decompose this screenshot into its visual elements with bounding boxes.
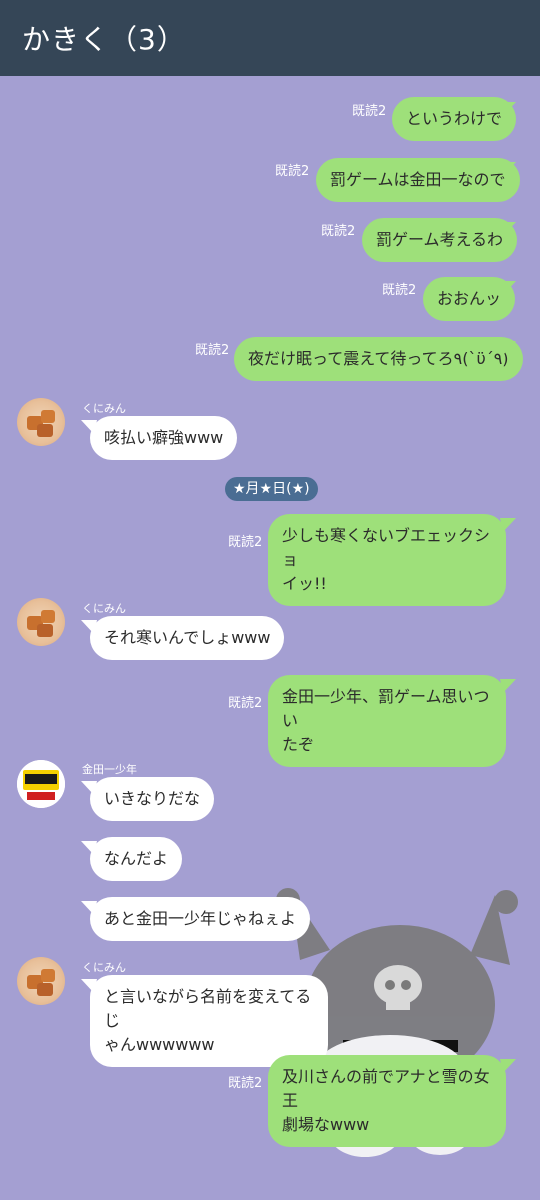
read-receipt: 既読2 bbox=[228, 535, 263, 550]
message-bubble-outgoing[interactable]: 夜だけ眠って震えて待ってろ٩(`ϋ´٩) bbox=[234, 337, 523, 381]
bubble-tail bbox=[500, 1059, 516, 1073]
bubble-tail bbox=[500, 518, 516, 532]
message-text: あと金田一少年じゃねぇよ bbox=[104, 909, 297, 928]
message-text: 罰ゲーム考えるわ bbox=[376, 230, 504, 249]
bubble-tail bbox=[500, 222, 516, 236]
message-bubble-incoming[interactable]: それ寒いんでしょwww bbox=[90, 616, 285, 660]
chat-room-title: かきく（3） bbox=[22, 23, 186, 56]
message-bubble-incoming[interactable]: なんだよ bbox=[90, 837, 183, 881]
read-receipt: 既読2 bbox=[382, 283, 417, 298]
message-text: 金田一少年、罰ゲーム思いつい たぞ bbox=[282, 687, 490, 754]
sender-name: くにみん bbox=[82, 402, 126, 415]
message-text: と言いながら名前を変えてるじ ゃんwwwwww bbox=[104, 987, 312, 1054]
message-text: 夜だけ眠って震えて待ってろ٩(`ϋ´٩) bbox=[248, 349, 509, 368]
sender-name: くにみん bbox=[82, 961, 126, 974]
caramel-avatar-icon[interactable] bbox=[17, 598, 65, 646]
message-bubble-incoming[interactable]: と言いながら名前を変えてるじ ゃんwwwwww bbox=[90, 975, 328, 1067]
sender-name: 金田一少年 bbox=[82, 763, 137, 776]
message-text: おおんッ bbox=[437, 289, 502, 308]
message-text: 少しも寒くないブエェックショ イッ!! bbox=[282, 526, 491, 593]
kindaichi-avatar-icon[interactable] bbox=[17, 760, 65, 808]
bubble-tail bbox=[500, 679, 516, 693]
message-bubble-outgoing[interactable]: 罰ゲーム考えるわ bbox=[362, 218, 518, 262]
bubble-tail bbox=[500, 162, 516, 176]
caramel-avatar-icon[interactable] bbox=[17, 957, 65, 1005]
message-text: いきなりだな bbox=[104, 789, 201, 808]
date-divider: ★月★日(★) bbox=[225, 477, 318, 501]
message-bubble-incoming[interactable]: あと金田一少年じゃねぇよ bbox=[90, 897, 311, 941]
sender-name: くにみん bbox=[82, 602, 126, 615]
message-bubble-outgoing[interactable]: というわけで bbox=[392, 97, 517, 141]
bubble-tail bbox=[500, 281, 516, 295]
caramel-avatar-icon[interactable] bbox=[17, 398, 65, 446]
bubble-tail bbox=[500, 102, 516, 116]
message-text: 罰ゲームは金田一なので bbox=[330, 170, 506, 189]
read-receipt: 既読2 bbox=[228, 1076, 263, 1091]
message-bubble-incoming[interactable]: 咳払い癖強www bbox=[90, 416, 238, 460]
message-text: なんだよ bbox=[104, 849, 169, 868]
read-receipt: 既読2 bbox=[352, 104, 387, 119]
bubble-tail bbox=[500, 341, 516, 355]
message-text: 咳払い癖強www bbox=[104, 428, 224, 447]
message-text: というわけで bbox=[406, 109, 503, 128]
read-receipt: 既読2 bbox=[321, 224, 356, 239]
read-receipt: 既読2 bbox=[195, 343, 230, 358]
message-bubble-outgoing[interactable]: 罰ゲームは金田一なので bbox=[316, 158, 520, 202]
message-text: それ寒いんでしょwww bbox=[104, 628, 271, 647]
message-bubble-outgoing[interactable]: 金田一少年、罰ゲーム思いつい たぞ bbox=[268, 675, 506, 767]
message-text: 及川さんの前でアナと雪の女王 劇場なwww bbox=[282, 1067, 490, 1134]
message-bubble-incoming[interactable]: いきなりだな bbox=[90, 777, 215, 821]
read-receipt: 既読2 bbox=[228, 696, 263, 711]
message-bubble-outgoing[interactable]: 少しも寒くないブエェックショ イッ!! bbox=[268, 514, 506, 606]
chat-header: かきく（3） bbox=[0, 0, 540, 76]
message-bubble-outgoing[interactable]: 及川さんの前でアナと雪の女王 劇場なwww bbox=[268, 1055, 506, 1147]
read-receipt: 既読2 bbox=[275, 164, 310, 179]
